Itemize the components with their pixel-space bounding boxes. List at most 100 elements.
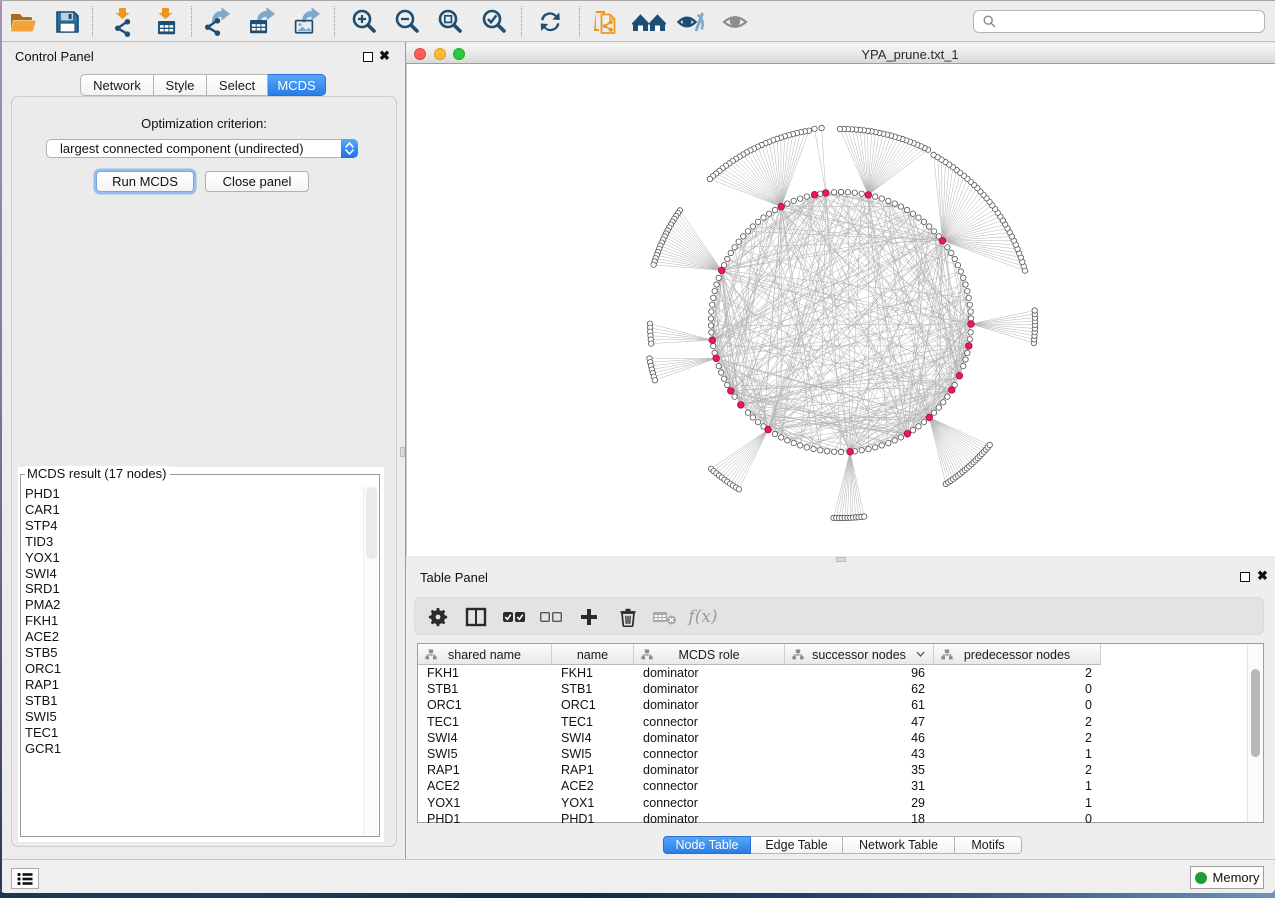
cell-successor-nodes: 31: [785, 779, 934, 793]
memory-button[interactable]: Memory: [1190, 866, 1264, 889]
run-mcds-button[interactable]: Run MCDS: [96, 171, 194, 192]
export-image-icon[interactable]: [290, 5, 324, 39]
divider-handle[interactable]: [836, 557, 846, 562]
table-row[interactable]: SWI5SWI5connector431: [418, 746, 1248, 762]
result-node-item[interactable]: SWI5: [25, 709, 361, 725]
cell-name: STB1: [552, 682, 634, 696]
zoom-fit-icon[interactable]: [433, 5, 467, 39]
export-network-icon[interactable]: [201, 5, 235, 39]
result-node-item[interactable]: STB5: [25, 645, 361, 661]
cell-successor-nodes: 29: [785, 796, 934, 810]
result-node-item[interactable]: FKH1: [25, 613, 361, 629]
float-window-icon[interactable]: [1240, 572, 1250, 582]
table-scrollbar-thumb[interactable]: [1251, 669, 1260, 757]
task-history-button[interactable]: [11, 868, 39, 889]
result-node-item[interactable]: ORC1: [25, 661, 361, 677]
tab-node-table[interactable]: Node Table: [663, 836, 751, 854]
import-network-icon[interactable]: [106, 5, 140, 39]
divider-handle[interactable]: [400, 447, 405, 457]
result-node-item[interactable]: ACE2: [25, 629, 361, 645]
result-node-item[interactable]: STB1: [25, 693, 361, 709]
deselect-all-icon[interactable]: [535, 601, 567, 633]
result-scrollbar[interactable]: [363, 486, 378, 836]
result-node-item[interactable]: SRD1: [25, 581, 361, 597]
tab-mcds[interactable]: MCDS: [268, 74, 326, 96]
zoom-in-icon[interactable]: [347, 5, 381, 39]
add-column-icon[interactable]: [573, 601, 605, 633]
column-header-shared-name[interactable]: shared name: [418, 644, 552, 665]
table-row[interactable]: STB1STB1dominator620: [418, 681, 1248, 697]
result-node-item[interactable]: SWI4: [25, 566, 361, 582]
network-canvas[interactable]: [406, 64, 1275, 556]
gear-icon[interactable]: [422, 601, 454, 633]
export-table-icon[interactable]: [245, 5, 279, 39]
optimization-criterion-select[interactable]: largest connected component (undirected): [46, 139, 358, 158]
refresh-icon[interactable]: [533, 5, 567, 39]
delete-column-icon[interactable]: [612, 601, 644, 633]
result-node-item[interactable]: RAP1: [25, 677, 361, 693]
column-header-successor-nodes[interactable]: successor nodes: [785, 644, 934, 665]
result-node-item[interactable]: TID3: [25, 534, 361, 550]
result-node-item[interactable]: TEC1: [25, 725, 361, 741]
main-toolbar: [0, 1, 1275, 42]
select-all-icon[interactable]: [498, 601, 530, 633]
search-input[interactable]: [996, 12, 1264, 31]
cell-name: RAP1: [552, 763, 634, 777]
table-row[interactable]: YOX1YOX1connector291: [418, 795, 1248, 811]
table-row[interactable]: ORC1ORC1dominator610: [418, 697, 1248, 713]
result-node-item[interactable]: GCR1: [25, 741, 361, 757]
table-row[interactable]: SWI4SWI4dominator462: [418, 730, 1248, 746]
table-scrollbar[interactable]: [1247, 644, 1263, 822]
split-columns-icon[interactable]: [460, 601, 492, 633]
column-header-name[interactable]: name: [552, 644, 634, 665]
toolbar-separator: [579, 6, 580, 37]
birdseye-icon[interactable]: [632, 5, 666, 39]
save-icon[interactable]: [50, 5, 84, 39]
result-scrollbar-thumb[interactable]: [366, 487, 377, 559]
cell-predecessor-nodes: 0: [934, 812, 1101, 823]
table-row[interactable]: FKH1FKH1dominator962: [418, 665, 1248, 681]
tab-motifs[interactable]: Motifs: [955, 836, 1022, 854]
close-panel-icon[interactable]: ✖: [379, 51, 390, 61]
float-window-icon[interactable]: [363, 52, 373, 62]
tab-edge-table[interactable]: Edge Table: [751, 836, 843, 854]
control-panel: Control Panel ✖ NetworkStyleSelectMCDS O…: [2, 42, 400, 859]
zoom-selected-icon[interactable]: [477, 5, 511, 39]
table-row[interactable]: PHD1PHD1dominator180: [418, 811, 1248, 823]
table-row[interactable]: ACE2ACE2connector311: [418, 778, 1248, 794]
network-window-titlebar[interactable]: YPA_prune.txt_1: [406, 44, 1275, 64]
toolbar-separator: [191, 6, 192, 37]
cell-predecessor-nodes: 1: [934, 779, 1101, 793]
tab-style[interactable]: Style: [154, 74, 207, 96]
import-table-icon[interactable]: [149, 5, 183, 39]
open-icon[interactable]: [5, 5, 39, 39]
close-panel-icon[interactable]: ✖: [1257, 571, 1268, 581]
cell-MCDS-role: dominator: [634, 731, 785, 745]
cell-predecessor-nodes: 1: [934, 796, 1101, 810]
cell-predecessor-nodes: 2: [934, 763, 1101, 777]
tab-network-table[interactable]: Network Table: [843, 836, 955, 854]
clone-network-icon[interactable]: [589, 5, 623, 39]
mcds-result-list[interactable]: PHD1CAR1STP4TID3YOX1SWI4SRD1PMA2FKH1ACE2…: [25, 486, 361, 756]
result-node-item[interactable]: CAR1: [25, 502, 361, 518]
table-row[interactable]: RAP1RAP1dominator352: [418, 762, 1248, 778]
column-header-predecessor-nodes[interactable]: predecessor nodes: [934, 644, 1101, 665]
table-row[interactable]: TEC1TEC1connector472: [418, 714, 1248, 730]
result-node-item[interactable]: STP4: [25, 518, 361, 534]
show-panel-icon[interactable]: [720, 5, 754, 39]
cell-MCDS-role: connector: [634, 747, 785, 761]
control-panel-tabs: NetworkStyleSelectMCDS: [80, 74, 326, 96]
horizontal-split-divider[interactable]: [406, 556, 1275, 563]
cell-predecessor-nodes: 1: [934, 747, 1101, 761]
zoom-out-icon[interactable]: [390, 5, 424, 39]
result-node-item[interactable]: PHD1: [25, 486, 361, 502]
result-node-item[interactable]: PMA2: [25, 597, 361, 613]
tab-network[interactable]: Network: [80, 74, 154, 96]
hide-panel-icon[interactable]: [675, 5, 709, 39]
cell-name: SWI5: [552, 747, 634, 761]
cell-MCDS-role: dominator: [634, 666, 785, 680]
close-panel-button[interactable]: Close panel: [205, 171, 309, 192]
result-node-item[interactable]: YOX1: [25, 550, 361, 566]
tab-select[interactable]: Select: [207, 74, 268, 96]
column-header-MCDS-role[interactable]: MCDS role: [634, 644, 785, 665]
